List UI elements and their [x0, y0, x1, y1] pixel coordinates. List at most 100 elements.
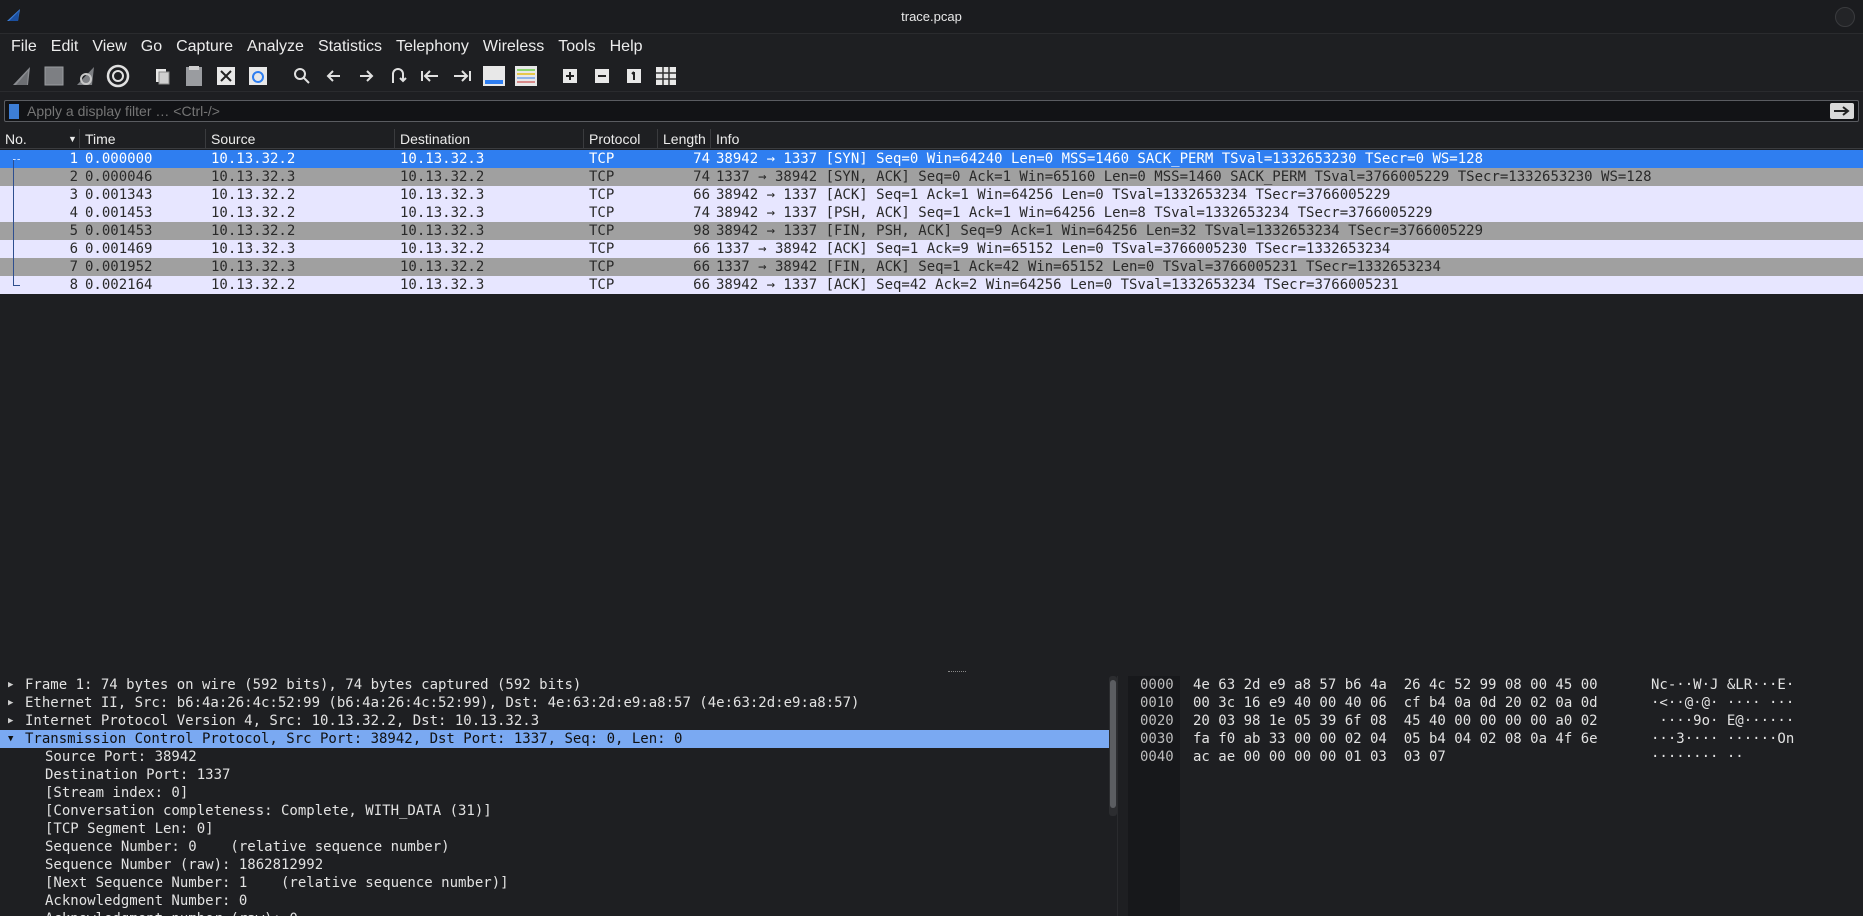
packet-cell-dst: 10.13.32.3 — [400, 205, 485, 221]
packet-cell-no: 8 — [69, 277, 78, 293]
detail-tree-item[interactable]: Acknowledgment Number: 0 — [0, 892, 1117, 910]
filter-bookmark-icon[interactable] — [9, 104, 19, 119]
hex-dump-row[interactable]: 0000 4e 63 2d e9 a8 57 b6 4a 26 4c 52 99 … — [1128, 676, 1863, 694]
menu-statistics[interactable]: Statistics — [311, 36, 389, 58]
main-toolbar — [0, 60, 1863, 92]
detail-tree-item[interactable]: Destination Port: 1337 — [0, 766, 1117, 784]
detail-text: [Conversation completeness: Complete, WI… — [45, 803, 492, 819]
menu-edit[interactable]: Edit — [44, 36, 86, 58]
detail-tree-item[interactable]: Sequence Number (raw): 1862812992 — [0, 856, 1117, 874]
go-to-packet-icon[interactable] — [384, 62, 412, 90]
pane-splitter[interactable] — [0, 669, 1863, 675]
column-header-time[interactable]: Time — [80, 129, 206, 149]
detail-tree-item[interactable]: ▼ Transmission Control Protocol, Src Port… — [0, 730, 1117, 748]
find-packet-icon[interactable] — [288, 62, 316, 90]
packet-bytes-pane: 0000 4e 63 2d e9 a8 57 b6 4a 26 4c 52 99 … — [1128, 676, 1863, 916]
menu-capture[interactable]: Capture — [169, 36, 240, 58]
packet-cell-dst: 10.13.32.3 — [400, 223, 485, 239]
auto-scroll-icon[interactable] — [480, 62, 508, 90]
detail-tree-item[interactable]: [Stream index: 0] — [0, 784, 1117, 802]
detail-tree-item[interactable]: Acknowledgment number (raw): 0 — [0, 910, 1117, 916]
open-file-icon[interactable] — [148, 62, 176, 90]
column-header-protocol[interactable]: Protocol — [584, 129, 658, 149]
go-forward-icon[interactable] — [352, 62, 380, 90]
detail-tree-item[interactable]: ▶ Internet Protocol Version 4, Src: 10.13… — [0, 712, 1117, 730]
menu-go[interactable]: Go — [134, 36, 169, 58]
packet-cell-info: 1337 → 38942 [SYN, ACK] Seq=0 Ack=1 Win=… — [716, 169, 1652, 185]
expand-arrow-right-icon[interactable]: ▶ — [8, 676, 18, 694]
expand-arrow-down-icon[interactable]: ▼ — [8, 730, 18, 748]
column-header-destination[interactable]: Destination — [395, 129, 584, 149]
capture-options-icon[interactable] — [104, 62, 132, 90]
detail-tree-item[interactable]: [Conversation completeness: Complete, WI… — [0, 802, 1117, 820]
zoom-out-icon[interactable] — [588, 62, 616, 90]
last-packet-icon[interactable] — [448, 62, 476, 90]
packet-row[interactable]: 6 0.001469 10.13.32.3 10.13.32.2 TCP 66 1337 →… — [0, 240, 1863, 258]
detail-tree-item[interactable]: Source Port: 38942 — [0, 748, 1117, 766]
packet-row[interactable]: 4 0.001453 10.13.32.2 10.13.32.3 TCP 74 38942 … — [0, 204, 1863, 222]
window-control-button[interactable] — [1835, 7, 1855, 27]
packet-cell-no: 7 — [69, 259, 78, 275]
menu-telephony[interactable]: Telephony — [389, 36, 476, 58]
packet-row[interactable]: 8 0.002164 10.13.32.2 10.13.32.3 TCP 66 38942 … — [0, 276, 1863, 294]
save-file-icon[interactable] — [180, 62, 208, 90]
menu-wireless[interactable]: Wireless — [476, 36, 551, 58]
detail-tree-item[interactable]: [TCP Segment Len: 0] — [0, 820, 1117, 838]
detail-tree-item[interactable]: Sequence Number: 0 (relative sequence nu… — [0, 838, 1117, 856]
packet-row[interactable]: 5 0.001453 10.13.32.2 10.13.32.3 TCP 98 38942 … — [0, 222, 1863, 240]
packet-cell-time: 0.001453 — [85, 223, 153, 239]
go-back-icon[interactable] — [320, 62, 348, 90]
hex-dump-row[interactable]: 0040 ac ae 00 00 00 00 01 03 03 07 ·······… — [1128, 748, 1863, 766]
menu-view[interactable]: View — [85, 36, 133, 58]
start-capture-icon[interactable] — [8, 62, 36, 90]
packet-cell-src: 10.13.32.2 — [211, 223, 296, 239]
hex-dump-offset: 0000 — [1140, 677, 1174, 693]
detail-text: [TCP Segment Len: 0] — [45, 821, 214, 837]
colorize-icon[interactable] — [512, 62, 540, 90]
packet-cell-len: 74 — [693, 169, 710, 185]
hex-dump-offset: 0010 — [1140, 695, 1174, 711]
packet-rows: 1 0.000000 10.13.32.2 10.13.32.3 TCP 74 38942 … — [0, 150, 1863, 294]
detail-tree-item[interactable]: ▶ Ethernet II, Src: b6:4a:26:4c:52:99 (b6… — [0, 694, 1117, 712]
reload-file-icon[interactable] — [244, 62, 272, 90]
packet-cell-src: 10.13.32.2 — [211, 187, 296, 203]
hex-dump-row[interactable]: 0020 20 03 98 1e 05 39 6f 08 45 40 00 00 … — [1128, 712, 1863, 730]
menu-bar: File Edit View Go Capture Analyze Statis… — [0, 34, 1863, 60]
packet-row[interactable]: 1 0.000000 10.13.32.2 10.13.32.3 TCP 74 38942 … — [0, 150, 1863, 168]
details-scrollbar[interactable] — [1109, 676, 1117, 816]
packet-row[interactable]: 3 0.001343 10.13.32.2 10.13.32.3 TCP 66 38942 … — [0, 186, 1863, 204]
packet-cell-info: 38942 → 1337 [ACK] Seq=1 Ack=1 Win=64256… — [716, 187, 1391, 203]
resize-columns-icon[interactable] — [652, 62, 680, 90]
apply-filter-arrow-icon[interactable] — [1830, 103, 1854, 119]
packet-row[interactable]: 2 0.000046 10.13.32.3 10.13.32.2 TCP 74 1337 →… — [0, 168, 1863, 186]
expand-arrow-right-icon[interactable]: ▶ — [8, 694, 18, 712]
column-header-info[interactable]: Info — [711, 129, 1863, 149]
hex-dump-row[interactable]: 0030 fa f0 ab 33 00 00 02 04 05 b4 04 02 … — [1128, 730, 1863, 748]
menu-help[interactable]: Help — [603, 36, 650, 58]
hex-dump-row[interactable]: 0010 00 3c 16 e9 40 00 40 06 cf b4 0a 0d … — [1128, 694, 1863, 712]
menu-tools[interactable]: Tools — [551, 36, 602, 58]
detail-tree-item[interactable]: ▶ Frame 1: 74 bytes on wire (592 bits), 7… — [0, 676, 1117, 694]
normal-size-icon[interactable] — [620, 62, 648, 90]
menu-file[interactable]: File — [4, 36, 44, 58]
column-header-no[interactable]: No. ▼ — [0, 129, 80, 149]
packet-row[interactable]: 7 0.001952 10.13.32.3 10.13.32.2 TCP 66 1337 →… — [0, 258, 1863, 276]
display-filter-input[interactable] — [27, 102, 1827, 120]
packet-cell-info: 38942 → 1337 [PSH, ACK] Seq=1 Ack=1 Win=… — [716, 205, 1433, 221]
detail-tree-item[interactable]: [Next Sequence Number: 1 (relative seque… — [0, 874, 1117, 892]
detail-text: Ethernet II, Src: b6:4a:26:4c:52:99 (b6:… — [25, 695, 860, 711]
menu-analyze[interactable]: Analyze — [240, 36, 311, 58]
hex-dump-hex: fa f0 ab 33 00 00 02 04 05 b4 04 02 08 0… — [1193, 731, 1598, 747]
stop-capture-icon[interactable] — [40, 62, 68, 90]
packet-cell-dst: 10.13.32.2 — [400, 259, 485, 275]
expand-arrow-right-icon[interactable]: ▶ — [8, 712, 18, 730]
close-file-icon[interactable] — [212, 62, 240, 90]
column-header-source[interactable]: Source — [206, 129, 395, 149]
packet-cell-src: 10.13.32.3 — [211, 169, 296, 185]
column-header-length[interactable]: Length — [658, 129, 711, 149]
detail-text: Acknowledgment Number: 0 — [45, 893, 248, 909]
zoom-in-icon[interactable] — [556, 62, 584, 90]
first-packet-icon[interactable] — [416, 62, 444, 90]
detail-text: Internet Protocol Version 4, Src: 10.13.… — [25, 713, 540, 729]
restart-capture-icon[interactable] — [72, 62, 100, 90]
